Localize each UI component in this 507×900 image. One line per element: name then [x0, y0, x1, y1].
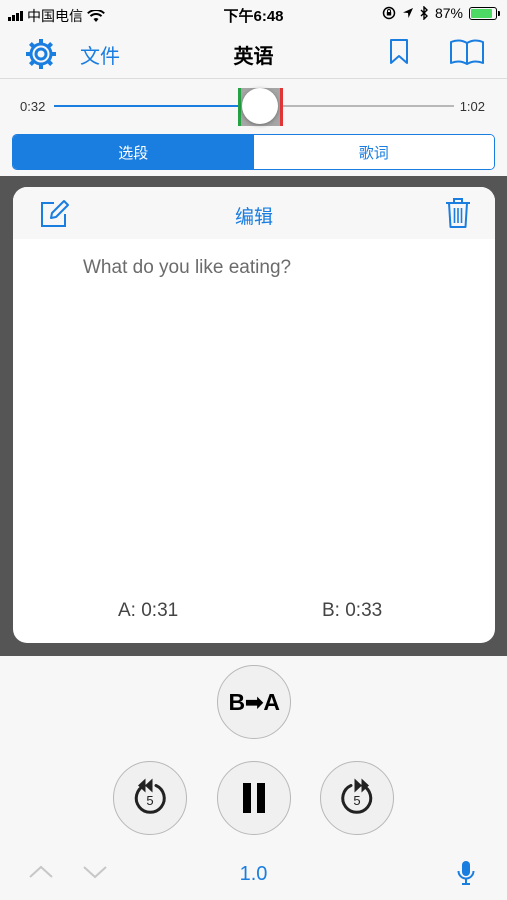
battery-percent: 87% [434, 5, 463, 21]
trash-icon[interactable] [445, 197, 471, 229]
status-bar: 中国电信 下午6:48 87% [0, 0, 507, 28]
rewind-icon: 5 [134, 778, 166, 814]
editor-title: 编辑 [234, 207, 273, 228]
rewind-button[interactable]: 5 [113, 761, 187, 835]
current-time: 0:32 [20, 99, 46, 114]
editor-card: 编辑 What do you like eating? A: 0:31 B: 0… [13, 187, 495, 643]
pause-icon [243, 783, 265, 813]
total-time: 1:02 [459, 99, 485, 114]
rotation-lock-icon [382, 6, 396, 20]
ab-repeat-button[interactable]: B➡A [217, 665, 291, 739]
segmented-control: 选段 歌词 [12, 134, 495, 170]
location-icon [402, 8, 413, 18]
battery-icon [469, 6, 500, 20]
ab-repeat-label: B➡A [228, 688, 281, 715]
mic-icon[interactable] [456, 859, 476, 887]
forward-button[interactable]: 5 [320, 761, 394, 835]
forward-icon: 5 [341, 778, 373, 814]
segment-lyrics[interactable]: 歌词 [253, 135, 494, 169]
page-title: 英语 [233, 46, 274, 68]
pause-button[interactable] [217, 761, 291, 835]
status-right: 87% [382, 5, 500, 21]
b-point-time: B: 0:33 [322, 600, 383, 621]
nav-divider [0, 78, 507, 79]
bluetooth-icon [420, 6, 428, 20]
sentence-text[interactable]: What do you like eating? [83, 257, 291, 279]
a-point-time: A: 0:31 [118, 600, 179, 621]
nav-bar: 文件 英语 [0, 28, 507, 78]
bookmark-icon[interactable] [388, 38, 410, 66]
segment-clip[interactable]: 选段 [13, 135, 254, 169]
speed-button[interactable]: 1.0 [0, 863, 507, 886]
progress-fill [54, 105, 261, 107]
book-icon[interactable] [449, 38, 485, 66]
rewind-seconds: 5 [146, 793, 153, 808]
forward-seconds: 5 [353, 793, 360, 808]
